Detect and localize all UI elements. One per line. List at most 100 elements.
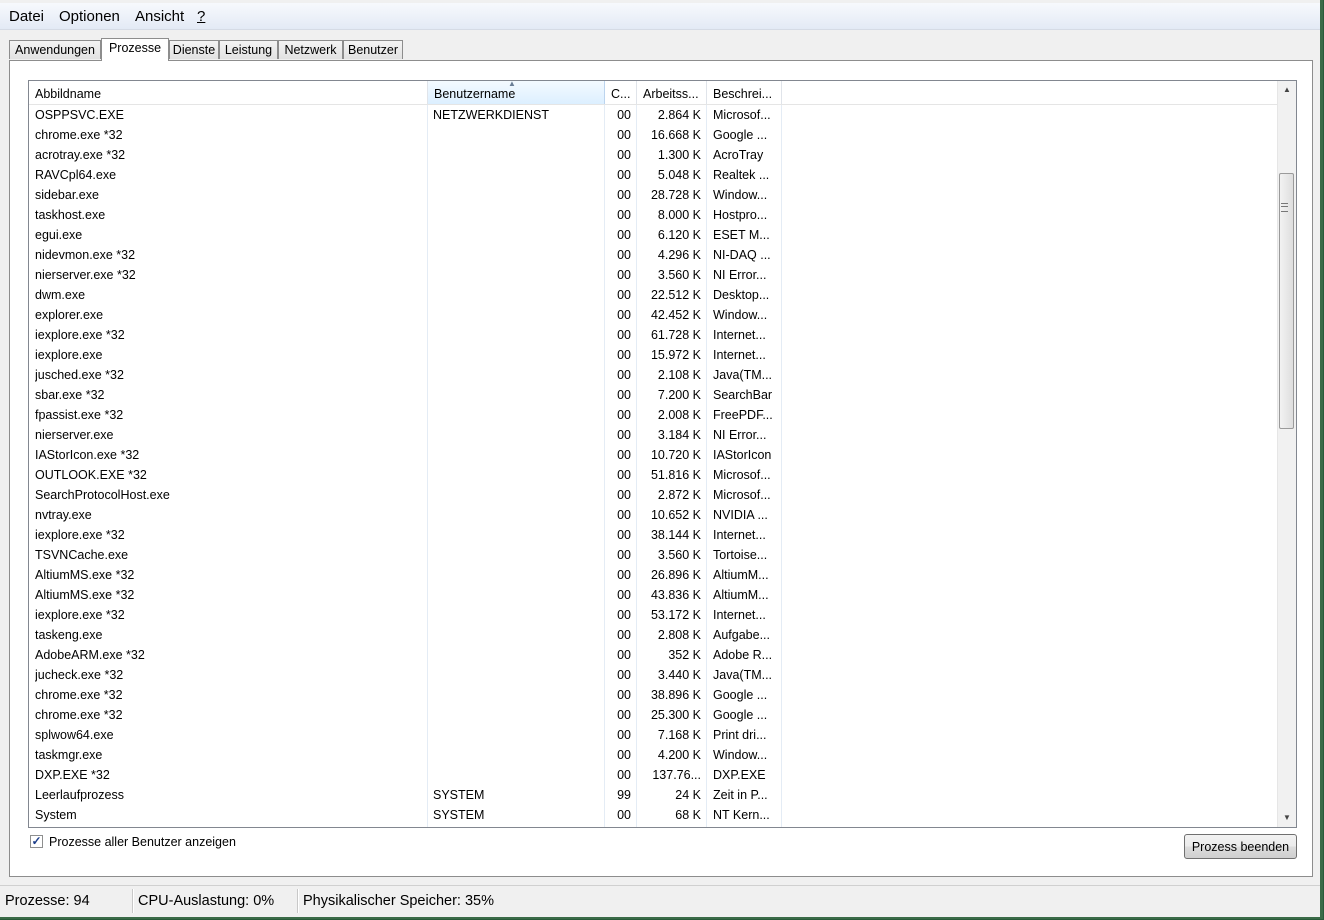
process-row[interactable]: fpassist.exe *32 00 2.008 K FreePDF... — [29, 405, 1277, 425]
process-row[interactable]: jusched.exe *32 00 2.108 K Java(TM... — [29, 365, 1277, 385]
process-row[interactable]: chrome.exe *32 00 25.300 K Google ... — [29, 705, 1277, 725]
process-row[interactable]: iexplore.exe *32 00 38.144 K Internet... — [29, 525, 1277, 545]
cell-description: Realtek ... — [713, 168, 770, 182]
column-header-working-set[interactable]: Arbeitss... — [637, 81, 707, 104]
cell-working-set: 7.200 K — [657, 388, 701, 402]
cell-user-name — [433, 345, 603, 365]
menu-optionen[interactable]: Optionen — [59, 8, 120, 25]
tab-anwendungen[interactable]: Anwendungen — [9, 40, 101, 59]
cell-description: AcroTray — [713, 148, 764, 162]
process-rows: OSPPSVC.EXE NETZWERKDIENST 00 2.864 K Micros… — [29, 105, 1277, 825]
cell-image-name: explorer.exe — [35, 308, 104, 322]
tab-benutzer[interactable]: Benutzer — [343, 40, 403, 59]
cell-description: Internet... — [713, 528, 766, 542]
process-row[interactable]: taskmgr.exe 00 4.200 K Window... — [29, 745, 1277, 765]
process-row[interactable]: sbar.exe *32 00 7.200 K SearchBar — [29, 385, 1277, 405]
cell-cpu: 00 — [617, 328, 631, 342]
cell-user-name — [433, 565, 603, 585]
cell-description: Google ... — [713, 688, 768, 702]
tab-prozesse[interactable]: Prozesse — [101, 38, 169, 61]
cell-image-name: TSVNCache.exe — [35, 548, 129, 562]
process-row[interactable]: chrome.exe *32 00 38.896 K Google ... — [29, 685, 1277, 705]
process-row[interactable]: taskeng.exe 00 2.808 K Aufgabe... — [29, 625, 1277, 645]
end-process-button[interactable]: Prozess beenden — [1184, 834, 1297, 859]
cell-user-name — [433, 185, 603, 205]
menu-ansicht[interactable]: Ansicht — [135, 8, 184, 25]
cell-user-name — [433, 305, 603, 325]
tab-netzwerk[interactable]: Netzwerk — [278, 40, 343, 59]
column-header-cpu[interactable]: C... — [605, 81, 637, 104]
cell-image-name: System — [35, 808, 77, 822]
process-list[interactable]: Abbildname ▲ Benutzername C... Arbeitss.… — [28, 80, 1297, 828]
cell-image-name: nierserver.exe *32 — [35, 268, 136, 282]
tab-leistung[interactable]: Leistung — [219, 40, 278, 59]
vertical-scrollbar[interactable]: ▲ ▼ — [1277, 81, 1296, 827]
cell-user-name — [433, 145, 603, 165]
process-row[interactable]: taskhost.exe 00 8.000 K Hostpro... — [29, 205, 1277, 225]
column-header-description[interactable]: Beschrei... — [707, 81, 782, 104]
cell-description: Hostpro... — [713, 208, 768, 222]
cell-cpu: 00 — [617, 308, 631, 322]
process-row[interactable]: splwow64.exe 00 7.168 K Print dri... — [29, 725, 1277, 745]
menu-datei[interactable]: Datei — [9, 8, 44, 25]
process-row[interactable]: Leerlaufprozess SYSTEM 99 24 K Zeit in P... — [29, 785, 1277, 805]
process-row[interactable]: AdobeARM.exe *32 00 352 K Adobe R... — [29, 645, 1277, 665]
process-row[interactable]: jucheck.exe *32 00 3.440 K Java(TM... — [29, 665, 1277, 685]
process-row[interactable]: nvtray.exe 00 10.652 K NVIDIA ... — [29, 505, 1277, 525]
cell-user-name — [433, 685, 603, 705]
process-row[interactable]: System SYSTEM 00 68 K NT Kern... — [29, 805, 1277, 825]
cell-description: Tortoise... — [713, 548, 768, 562]
cell-user-name — [433, 725, 603, 745]
cell-user-name — [433, 765, 603, 785]
cell-image-name: dwm.exe — [35, 288, 86, 302]
process-row[interactable]: OSPPSVC.EXE NETZWERKDIENST 00 2.864 K Micros… — [29, 105, 1277, 125]
cell-image-name: iexplore.exe *32 — [35, 528, 125, 542]
process-row[interactable]: nierserver.exe *32 00 3.560 K NI Error... — [29, 265, 1277, 285]
cell-working-set: 38.144 K — [650, 528, 701, 542]
cell-image-name: DXP.EXE *32 — [35, 768, 110, 782]
cell-image-name: taskeng.exe — [35, 628, 103, 642]
scroll-up-arrow-icon[interactable]: ▲ — [1278, 81, 1296, 99]
process-row[interactable]: sidebar.exe 00 28.728 K Window... — [29, 185, 1277, 205]
cell-description: NI-DAQ ... — [713, 248, 771, 262]
process-row[interactable]: egui.exe 00 6.120 K ESET M... — [29, 225, 1277, 245]
process-row[interactable]: AltiumMS.exe *32 00 26.896 K AltiumM... — [29, 565, 1277, 585]
process-row[interactable]: DXP.EXE *32 00 137.76... DXP.EXE — [29, 765, 1277, 785]
process-row[interactable]: TSVNCache.exe 00 3.560 K Tortoise... — [29, 545, 1277, 565]
cell-working-set: 4.296 K — [657, 248, 701, 262]
menu-help[interactable]: ? — [197, 8, 205, 25]
process-row[interactable]: iexplore.exe *32 00 53.172 K Internet... — [29, 605, 1277, 625]
process-row[interactable]: dwm.exe 00 22.512 K Desktop... — [29, 285, 1277, 305]
scroll-down-arrow-icon[interactable]: ▼ — [1278, 809, 1296, 827]
cell-working-set: 4.200 K — [657, 748, 701, 762]
processes-tab-page: Abbildname ▲ Benutzername C... Arbeitss.… — [9, 60, 1313, 877]
tab-dienste[interactable]: Dienste — [169, 40, 219, 59]
cell-working-set: 42.452 K — [650, 308, 701, 322]
cell-cpu: 00 — [617, 628, 631, 642]
process-row[interactable]: acrotray.exe *32 00 1.300 K AcroTray — [29, 145, 1277, 165]
process-row[interactable]: RAVCpl64.exe 00 5.048 K Realtek ... — [29, 165, 1277, 185]
column-header-image-name[interactable]: Abbildname — [29, 81, 428, 104]
process-row[interactable]: chrome.exe *32 00 16.668 K Google ... — [29, 125, 1277, 145]
cell-cpu: 00 — [617, 388, 631, 402]
cell-cpu: 00 — [617, 588, 631, 602]
cell-image-name: acrotray.exe *32 — [35, 148, 126, 162]
process-row[interactable]: iexplore.exe *32 00 61.728 K Internet... — [29, 325, 1277, 345]
column-header-user-name[interactable]: ▲ Benutzername — [428, 81, 605, 104]
cell-cpu: 00 — [617, 468, 631, 482]
process-row[interactable]: explorer.exe 00 42.452 K Window... — [29, 305, 1277, 325]
process-row[interactable]: AltiumMS.exe *32 00 43.836 K AltiumM... — [29, 585, 1277, 605]
process-row[interactable]: nierserver.exe 00 3.184 K NI Error... — [29, 425, 1277, 445]
show-all-users-label: Prozesse aller Benutzer anzeigen — [49, 835, 236, 849]
status-bar: Prozesse: 94 CPU-Auslastung: 0% Physikal… — [0, 885, 1320, 917]
cell-image-name: sbar.exe *32 — [35, 388, 105, 402]
cell-cpu: 00 — [617, 528, 631, 542]
process-row[interactable]: nidevmon.exe *32 00 4.296 K NI-DAQ ... — [29, 245, 1277, 265]
process-row[interactable]: iexplore.exe 00 15.972 K Internet... — [29, 345, 1277, 365]
process-row[interactable]: SearchProtocolHost.exe 00 2.872 K Microsof.… — [29, 485, 1277, 505]
process-row[interactable]: OUTLOOK.EXE *32 00 51.816 K Microsof... — [29, 465, 1277, 485]
cell-cpu: 00 — [617, 368, 631, 382]
show-all-users-checkbox[interactable]: ✓ — [30, 835, 43, 848]
process-row[interactable]: IAStorIcon.exe *32 00 10.720 K IAStorIcon — [29, 445, 1277, 465]
cell-image-name: egui.exe — [35, 228, 83, 242]
